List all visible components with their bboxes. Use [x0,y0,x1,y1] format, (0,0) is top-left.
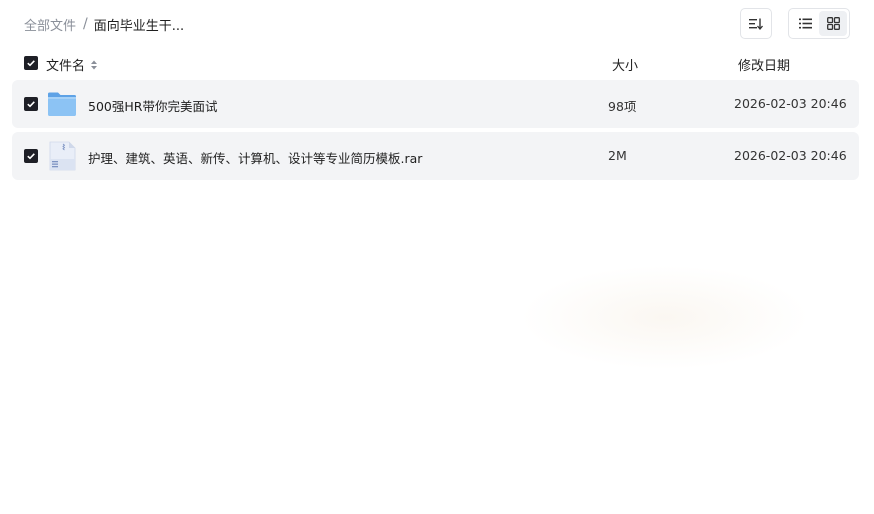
list-view-icon [798,18,812,29]
sort-toggle-icon [91,60,98,69]
folder-icon [48,92,76,116]
file-list-header: 文件名 大小 修改日期 [24,53,860,75]
breadcrumb-separator: / [83,16,88,32]
column-header-name[interactable]: 文件名 [46,55,98,74]
file-name[interactable]: 500强HR带你完美面试 [88,96,217,115]
column-header-name-label: 文件名 [46,59,86,74]
file-size: 98项 [608,99,637,114]
sort-button[interactable] [740,8,772,39]
check-icon [27,101,35,108]
breadcrumb-current: 面向毕业生干... [93,18,185,34]
file-size: 2M [608,148,627,163]
file-date: 2026-02-03 20:46 [734,96,847,111]
grid-view-button[interactable] [819,11,847,36]
background-glow [520,265,810,370]
row-checkbox[interactable] [24,97,38,111]
archive-file-icon [49,141,76,171]
check-icon [27,60,35,67]
file-date: 2026-02-03 20:46 [734,148,847,163]
file-row[interactable]: 500强HR带你完美面试 98项 2026-02-03 20:46 [12,80,859,128]
breadcrumb-root-link[interactable]: 全部文件 [24,15,76,34]
select-all-checkbox[interactable] [24,56,38,70]
file-name[interactable]: 护理、建筑、英语、新传、计算机、设计等专业简历模板.rar [88,148,422,167]
file-row[interactable]: 护理、建筑、英语、新传、计算机、设计等专业简历模板.rar 2M 2026-02… [12,132,859,180]
grid-view-icon [826,17,840,30]
breadcrumb: 全部文件 / 面向毕业生干... [24,14,184,34]
column-header-size[interactable]: 大小 [612,55,638,74]
check-icon [27,153,35,160]
list-view-button[interactable] [791,11,819,36]
sort-icon [749,18,763,30]
column-header-date[interactable]: 修改日期 [738,55,790,74]
row-checkbox[interactable] [24,149,38,163]
view-toggle [788,8,850,39]
